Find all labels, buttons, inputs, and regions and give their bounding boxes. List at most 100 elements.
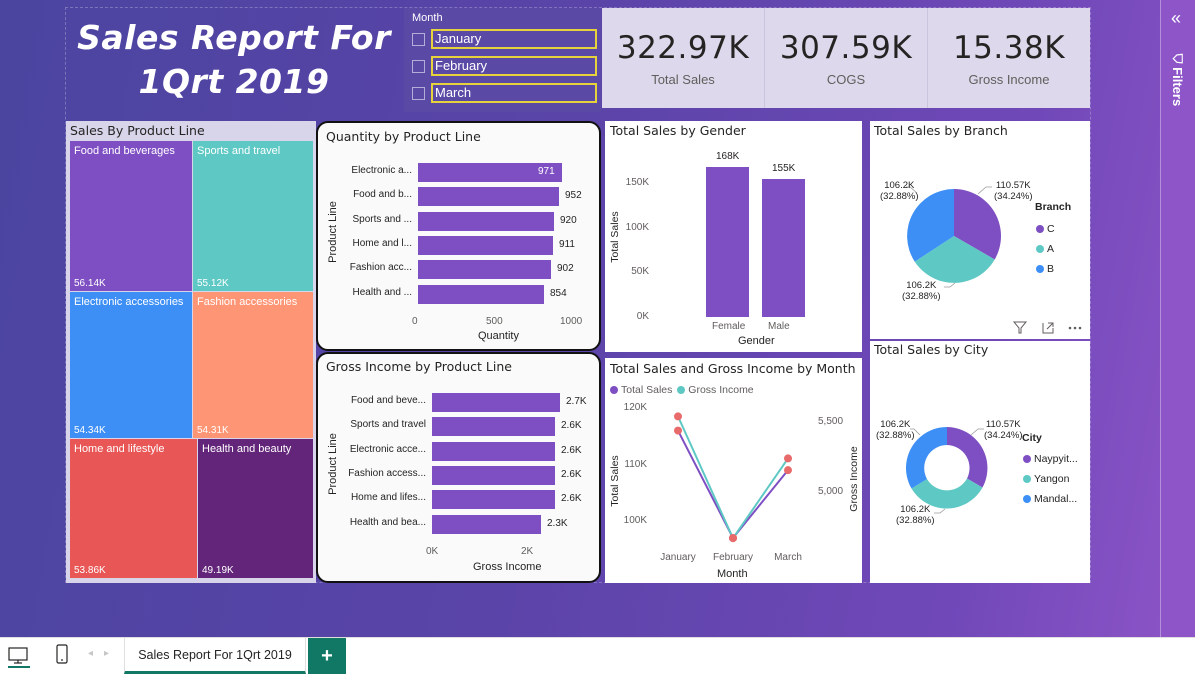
total-sales-by-city-chart[interactable]: Total Sales by City 110.57K (34.24%) 106.… — [870, 341, 1090, 583]
slicer-item-label: March — [431, 83, 597, 103]
x-tick-label: March — [774, 552, 802, 563]
bar-value-label: 902 — [557, 263, 574, 275]
collapse-chevron-icon[interactable]: « — [1171, 8, 1181, 29]
x-tick-label: February — [713, 552, 754, 563]
quantity-by-product-line-chart[interactable]: Quantity by Product Line Electronic a...… — [316, 121, 601, 351]
bar-value-label: 2.6K — [561, 493, 582, 505]
legend-label: B — [1047, 263, 1055, 275]
legend-item-a[interactable]: A — [1036, 239, 1055, 259]
treemap-cell[interactable]: Home and lifestyle 53.86K — [70, 439, 197, 578]
data-point-marker[interactable] — [729, 534, 737, 543]
more-options-icon[interactable] — [1068, 326, 1072, 330]
bar[interactable] — [418, 260, 551, 280]
legend-title: Branch — [1035, 201, 1072, 213]
treemap-sales-by-product-line[interactable]: Sales By Product Line Food and beverages… — [66, 121, 316, 583]
gross-income-by-product-line-chart[interactable]: Gross Income by Product Line Food and be… — [316, 352, 601, 583]
bar[interactable] — [432, 514, 541, 534]
page-tab-sales-report[interactable]: Sales Report For 1Qrt 2019 — [124, 638, 306, 674]
kpi-total-sales[interactable]: 322.97K Total Sales — [602, 8, 765, 108]
treemap-cell[interactable]: Health and beauty 49.19K — [198, 439, 313, 578]
bar[interactable] — [418, 187, 559, 207]
treemap-cell[interactable]: Fashion accessories 54.31K — [193, 292, 313, 438]
add-page-button[interactable]: + — [308, 638, 346, 674]
y-tick-label-left: 100K — [623, 515, 647, 526]
leader-line — [934, 508, 946, 514]
bar[interactable] — [432, 441, 555, 461]
treemap-cell-label: Home and lifestyle — [74, 443, 165, 455]
x-tick-label: Female — [712, 321, 746, 332]
kpi-cogs[interactable]: 307.59K COGS — [765, 8, 928, 108]
bar[interactable] — [418, 284, 544, 304]
data-point-marker[interactable] — [784, 466, 792, 475]
bar-value-label: 2.3K — [547, 517, 568, 529]
bar-value-label: 155K — [772, 163, 796, 174]
filters-pane[interactable]: « ⛉ Filters — [1160, 0, 1195, 637]
legend-marker — [1023, 495, 1031, 504]
desktop-layout-icon[interactable] — [8, 646, 30, 668]
bar[interactable] — [432, 417, 555, 437]
checkbox[interactable] — [412, 59, 425, 73]
y-axis-title: Total Sales — [609, 211, 621, 263]
total-sales-by-gender-chart[interactable]: Total Sales by Gender 168K Female 155K Male… — [605, 121, 862, 352]
bar[interactable] — [418, 235, 553, 255]
data-label-line: (32.88%) — [876, 430, 915, 441]
sales-income-by-month-chart[interactable]: Total Sales and Gross Income by Month To… — [605, 358, 862, 583]
treemap-cell[interactable]: Food and beverages 56.14K — [70, 141, 192, 291]
legend-item-mandalay[interactable]: Mandal... — [1023, 489, 1078, 509]
category-label: Health and ... — [352, 286, 412, 298]
kpi-label: COGS — [826, 71, 866, 87]
bar-value-label: 2.7K — [566, 396, 587, 407]
x-tick-label: 0K — [426, 546, 439, 557]
treemap-cell-label: Health and beauty — [202, 443, 292, 455]
slicer-item-january[interactable]: January — [412, 29, 597, 49]
data-label-line: (34.24%) — [984, 430, 1023, 441]
bar-value-label: 2.6K — [561, 444, 582, 456]
branch-legend: C A B — [1036, 219, 1055, 279]
bar-value-label: 2.6K — [561, 468, 582, 480]
data-point-marker[interactable] — [784, 454, 792, 463]
legend-label: Yangon — [1034, 473, 1070, 485]
legend-label: Naypyit... — [1034, 453, 1078, 465]
bar[interactable] — [432, 490, 555, 510]
bar[interactable] — [432, 465, 555, 485]
y-tick-label: 50K — [631, 266, 649, 277]
bar[interactable] — [432, 393, 560, 412]
category-label: Electronic a... — [351, 165, 412, 176]
kpi-value: 307.59K — [779, 29, 913, 66]
gross-income-line[interactable] — [677, 415, 789, 541]
legend-item-yangon[interactable]: Yangon — [1023, 469, 1078, 489]
legend-label: A — [1047, 243, 1055, 255]
checkbox[interactable] — [412, 86, 425, 100]
checkbox[interactable] — [412, 32, 425, 46]
legend-item-naypyitaw[interactable]: Naypyit... — [1023, 449, 1078, 469]
kpi-gross-income[interactable]: 15.38K Gross Income — [928, 8, 1090, 108]
data-point-marker[interactable] — [674, 426, 682, 435]
treemap-cell[interactable]: Electronic accessories 54.34K — [70, 292, 192, 438]
data-label-a: 106.2K (32.88%) — [902, 280, 941, 302]
legend-item-b[interactable]: B — [1036, 259, 1055, 279]
x-tick-label: Male — [768, 321, 790, 332]
slicer-item-february[interactable]: February — [412, 56, 597, 76]
x-axis-title: Month — [717, 568, 748, 580]
total-sales-line[interactable] — [677, 430, 789, 540]
donut-slice-naypyitaw[interactable] — [947, 427, 988, 488]
legend-item-c[interactable]: C — [1036, 219, 1055, 239]
legend-marker — [1036, 265, 1044, 274]
treemap-cell[interactable]: Sports and travel 55.12K — [193, 141, 313, 291]
total-sales-by-branch-chart[interactable]: Total Sales by Branch 110.57K (34.24%) 10… — [870, 121, 1090, 339]
mobile-layout-icon[interactable] — [55, 644, 69, 666]
filters-label[interactable]: ⛉ Filters — [1169, 54, 1185, 106]
filter-icon[interactable] — [1012, 321, 1028, 334]
next-page-icon[interactable]: ▸ — [104, 648, 109, 659]
column-bar[interactable] — [706, 167, 749, 317]
legend-marker — [1023, 455, 1031, 464]
focus-mode-icon[interactable] — [1042, 322, 1054, 334]
data-point-marker[interactable] — [674, 412, 682, 421]
column-bar[interactable] — [762, 179, 805, 317]
filters-label-text: Filters — [1170, 67, 1186, 107]
slicer-item-march[interactable]: March — [412, 83, 597, 103]
treemap-cell-label: Food and beverages — [74, 145, 175, 157]
prev-page-icon[interactable]: ◂ — [88, 648, 93, 659]
category-label: Fashion acc... — [349, 262, 412, 274]
bar[interactable] — [418, 211, 554, 231]
